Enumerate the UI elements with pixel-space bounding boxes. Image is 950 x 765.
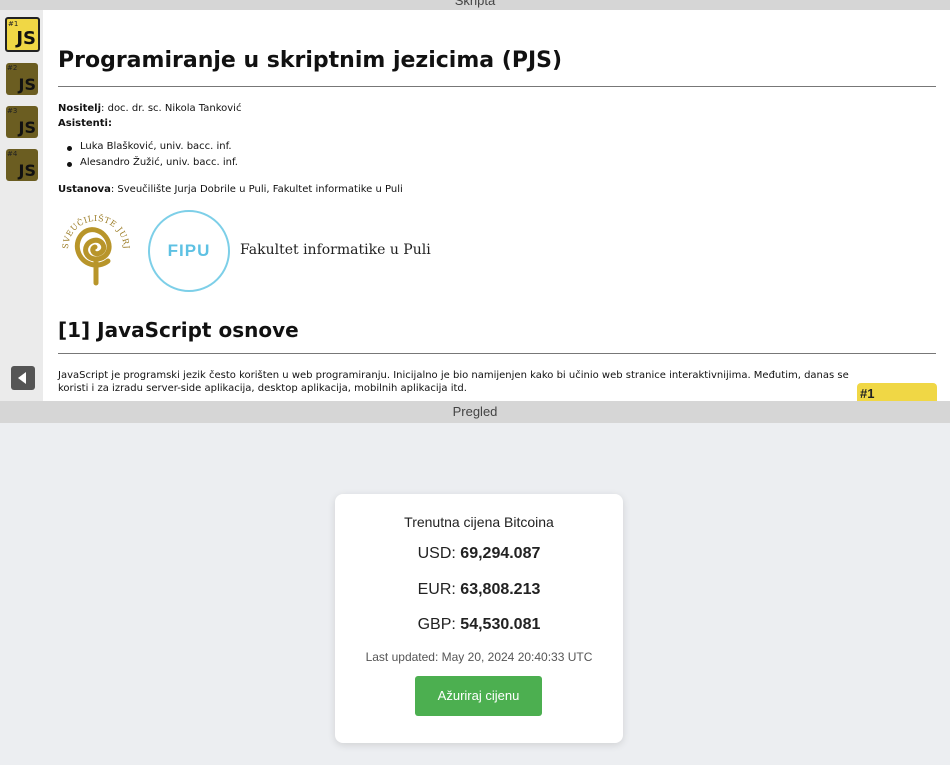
nositelj-label: Nositelj — [58, 103, 102, 114]
js-icon: JS — [18, 118, 36, 137]
fipu-name: Fakultet informatike u Puli — [240, 242, 431, 258]
tile-number: #1 — [8, 20, 19, 28]
update-price-button[interactable]: Ažuriraj cijenu — [415, 676, 542, 716]
unipu-logo: SVEUČILIŠTE JURJA DOBRILE U PULI — [58, 209, 131, 286]
title-divider — [58, 86, 936, 87]
price-gbp: GBP: 54,530.081 — [335, 616, 623, 634]
lecture-tile-4[interactable]: #4 JS — [6, 149, 38, 181]
currency-label: EUR: — [417, 581, 456, 598]
assistant-item: Luka Blašković, univ. bacc. inf. — [67, 141, 232, 152]
price-usd: USD: 69,294.087 — [335, 545, 623, 563]
assistant-item: Alesandro Žužić, univ. bacc. inf. — [67, 157, 238, 168]
lecture-tile-3[interactable]: #3 JS — [6, 106, 38, 138]
lecture-tile-2[interactable]: #2 JS — [6, 63, 38, 95]
ustanova-label: Ustanova — [58, 184, 111, 195]
previous-arrow-icon[interactable] — [11, 366, 35, 390]
panel-header-skripta: Skripta — [0, 0, 950, 10]
tile-number: #4 — [7, 150, 18, 158]
intro-paragraph: JavaScript je programski jezik često kor… — [58, 370, 849, 394]
lecture-sidebar: #1 JS #2 JS #3 JS #4 JS — [0, 10, 43, 401]
price-value: 69,294.087 — [460, 545, 541, 562]
tile-number: #3 — [7, 107, 18, 115]
asistenti-label: Asistenti — [58, 118, 108, 129]
nositelj-value: : doc. dr. sc. Nikola Tanković — [101, 103, 242, 114]
lecture-tile-1[interactable]: #1 JS — [5, 17, 40, 52]
section-divider — [58, 353, 936, 354]
card-title: Trenutna cijena Bitcoina — [404, 514, 554, 530]
panel-header-pregled: Pregled — [0, 401, 950, 423]
section-title: [1] JavaScript osnove — [58, 318, 299, 342]
js-icon: JS — [18, 161, 36, 180]
ustanova-line: Ustanova: Sveučilište Jurja Dobrile u Pu… — [58, 182, 403, 197]
js-icon: JS — [18, 75, 36, 94]
asistenti-suffix: : — [107, 118, 112, 129]
script-panel: #1 JS #2 JS #3 JS #4 JS Programiranje u … — [0, 10, 950, 401]
page-title: Programiranje u skriptnim jezicima (PJS) — [58, 48, 563, 73]
last-updated-text: Last updated: May 20, 2024 20:40:33 UTC — [365, 650, 593, 664]
tile-number: #2 — [7, 64, 18, 72]
price-value: 63,808.213 — [460, 581, 541, 598]
lecture-badge: #1 — [857, 383, 937, 401]
price-value: 54,530.081 — [460, 616, 541, 633]
currency-label: GBP: — [417, 616, 456, 633]
nositelj-line: Nositelj: doc. dr. sc. Nikola Tanković — [58, 101, 241, 116]
ustanova-value: : Sveučilište Jurja Dobrile u Puli, Faku… — [110, 184, 403, 195]
js-icon: JS — [16, 28, 36, 49]
price-eur: EUR: 63,808.213 — [335, 581, 623, 599]
fipu-logo: FIPU — [148, 210, 230, 292]
currency-label: USD: — [417, 545, 456, 562]
asistenti-line: Asistenti: — [58, 116, 112, 131]
bitcoin-price-card: Trenutna cijena Bitcoina USD: 69,294.087… — [335, 494, 623, 743]
